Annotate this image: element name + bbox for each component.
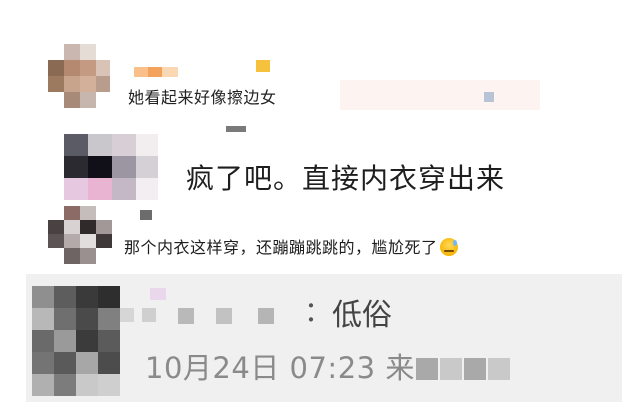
location-blur: [439, 358, 462, 380]
sweat-smile-emoji: [439, 238, 458, 256]
comment-thread: 她看起来好像擦边女 疯了吧。直接内衣穿出来 那个内衣这样穿，还蹦蹦跳跳的，尴尬死…: [0, 0, 640, 405]
avatar[interactable]: [64, 134, 158, 200]
avatar[interactable]: [44, 206, 112, 264]
reply-timestamp: 10月24日 07:23: [145, 351, 376, 385]
comment-text: 她看起来好像擦边女: [128, 88, 277, 107]
location-blur: [463, 358, 486, 380]
comment-text: 疯了吧。直接内衣穿出来: [186, 162, 506, 195]
username-blur[interactable]: [134, 62, 178, 77]
reply-location-prefix: 来: [385, 351, 415, 385]
reply-text: 低俗: [332, 298, 392, 333]
avatar[interactable]: [44, 44, 110, 108]
badge-blur: [256, 60, 270, 72]
location-blur: [487, 358, 510, 380]
comment-text: 那个内衣这样穿，还蹦蹦跳跳的，尴尬死了: [124, 234, 458, 258]
username-blur[interactable]: [226, 126, 246, 132]
highlight-bar: [340, 80, 540, 110]
username-blur[interactable]: [140, 210, 152, 220]
reply-separator: ：: [304, 295, 333, 328]
location-blur: [415, 358, 438, 380]
reply-username-blur[interactable]: [120, 288, 300, 328]
avatar[interactable]: [28, 278, 120, 400]
reply-meta: 10月24日 07:23 来: [145, 345, 511, 387]
like-icon-blur[interactable]: [484, 92, 494, 102]
